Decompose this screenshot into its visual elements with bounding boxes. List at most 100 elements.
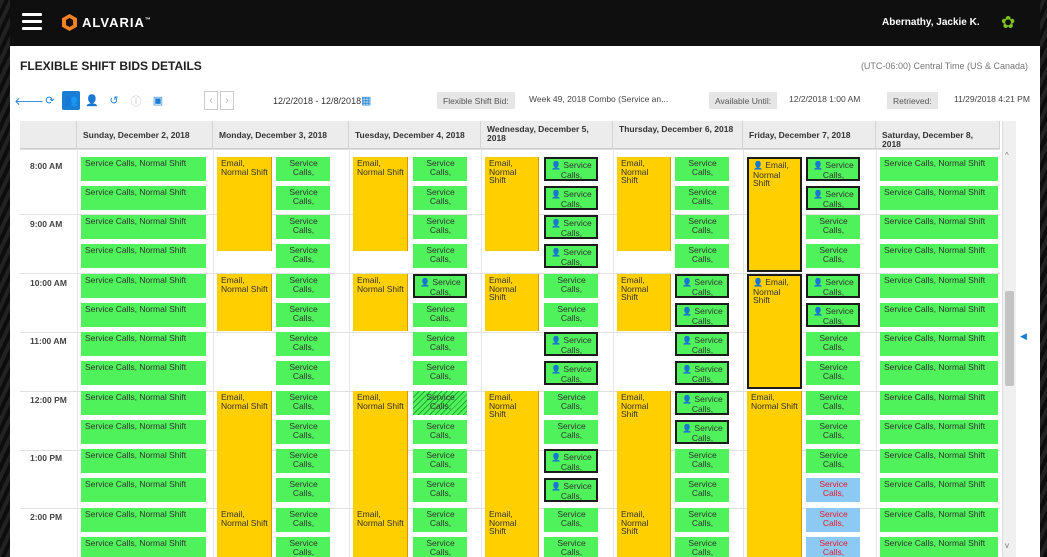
- shift-slot[interactable]: Service Calls,: [413, 391, 467, 415]
- shift-slot[interactable]: Service Calls,: [544, 537, 598, 557]
- email-shift-block[interactable]: Email, Normal Shift: [485, 274, 539, 331]
- email-shift-block[interactable]: Email, Normal Shift: [353, 391, 408, 508]
- shift-slot[interactable]: Service Calls,: [806, 361, 860, 385]
- shift-slot[interactable]: Service Calls,: [276, 186, 330, 210]
- shift-slot[interactable]: Service Calls, Normal Shift: [880, 478, 998, 502]
- shift-slot[interactable]: Service Calls,: [413, 420, 467, 444]
- shift-slot[interactable]: 👤 Service Calls,: [675, 303, 729, 327]
- shift-slot[interactable]: Service Calls,: [276, 391, 330, 415]
- shift-slot[interactable]: Service Calls, Normal Shift: [880, 537, 998, 557]
- shift-slot[interactable]: Service Calls, Normal Shift: [81, 361, 206, 385]
- shift-slot[interactable]: Service Calls,: [276, 332, 330, 356]
- shift-slot[interactable]: Service Calls, Normal Shift: [81, 391, 206, 415]
- email-shift-block[interactable]: Email, Normal Shift: [353, 274, 408, 331]
- shift-slot[interactable]: Service Calls,: [675, 157, 729, 181]
- shift-slot[interactable]: 👤 Service Calls,: [544, 186, 598, 210]
- shift-slot[interactable]: Service Calls, Normal Shift: [81, 478, 206, 502]
- shift-slot[interactable]: Service Calls, Normal Shift: [880, 508, 998, 532]
- shift-slot[interactable]: Service Calls,: [276, 478, 330, 502]
- vertical-scrollbar[interactable]: ^ v: [1002, 121, 1016, 557]
- shift-slot[interactable]: Service Calls, Normal Shift: [81, 303, 206, 327]
- shift-slot[interactable]: 👤 Service Calls,: [675, 420, 729, 444]
- shift-slot[interactable]: Service Calls, Normal Shift: [880, 186, 998, 210]
- shift-slot[interactable]: Service Calls,: [544, 303, 598, 327]
- shift-slot[interactable]: Service Calls,: [276, 537, 330, 557]
- shift-slot[interactable]: 👤 Service Calls,: [544, 449, 598, 473]
- scroll-up-icon[interactable]: ^: [1005, 151, 1009, 160]
- shift-slot[interactable]: Service Calls, Normal Shift: [880, 391, 998, 415]
- shift-slot[interactable]: Service Calls,: [675, 449, 729, 473]
- shift-slot[interactable]: 👤 Service Calls,: [806, 274, 860, 298]
- user-name[interactable]: Abernathy, Jackie K.: [882, 17, 980, 28]
- shift-slot[interactable]: Service Calls,: [806, 332, 860, 356]
- shift-slot[interactable]: Service Calls, Normal Shift: [81, 420, 206, 444]
- shift-slot[interactable]: Service Calls,: [675, 244, 729, 268]
- email-shift-block[interactable]: Email, Normal Shift: [617, 274, 671, 331]
- shift-slot[interactable]: Service Calls, Normal Shift: [81, 244, 206, 268]
- email-shift-block[interactable]: Email, Normal Shift: [747, 391, 802, 557]
- shift-slot[interactable]: Service Calls,: [675, 478, 729, 502]
- shift-slot[interactable]: 👤 Service Calls,: [544, 157, 598, 181]
- shift-slot[interactable]: 👤 Service Calls,: [675, 361, 729, 385]
- shift-slot[interactable]: 👤 Service Calls,: [544, 478, 598, 502]
- shift-slot[interactable]: Service Calls,: [413, 332, 467, 356]
- shift-slot[interactable]: 👤 Service Calls,: [806, 186, 860, 210]
- shift-slot[interactable]: Service Calls,: [675, 508, 729, 532]
- next-icon[interactable]: ›: [220, 91, 234, 110]
- email-shift-block[interactable]: Email, Normal Shift: [217, 508, 272, 557]
- back-icon[interactable]: 🡐: [14, 91, 44, 110]
- shift-slot[interactable]: Service Calls, Normal Shift: [81, 186, 206, 210]
- people-icon[interactable]: 👥: [62, 91, 80, 110]
- shift-slot[interactable]: Service Calls, Normal Shift: [81, 332, 206, 356]
- email-shift-block[interactable]: 👤 Email, Normal Shift: [747, 157, 802, 272]
- shift-slot[interactable]: Service Calls,: [413, 537, 467, 557]
- shift-slot[interactable]: 👤 Service Calls,: [675, 274, 729, 298]
- refresh-icon[interactable]: ⟳: [41, 91, 59, 110]
- shift-slot[interactable]: Service Calls,: [675, 186, 729, 210]
- shift-slot[interactable]: Service Calls,: [806, 391, 860, 415]
- shift-slot[interactable]: Service Calls,: [276, 157, 330, 181]
- shift-slot[interactable]: 👤 Service Calls,: [806, 157, 860, 181]
- undo-icon[interactable]: ↺: [105, 91, 123, 110]
- shift-slot[interactable]: Service Calls,: [276, 274, 330, 298]
- email-shift-block[interactable]: Email, Normal Shift: [353, 157, 408, 251]
- shift-slot[interactable]: 👤 Service Calls,: [544, 361, 598, 385]
- shift-slot[interactable]: Service Calls, Normal Shift: [81, 449, 206, 473]
- shift-slot[interactable]: Service Calls,: [675, 215, 729, 239]
- shift-slot[interactable]: Service Calls,: [675, 537, 729, 557]
- email-shift-block[interactable]: Email, Normal Shift: [485, 508, 539, 557]
- shift-slot[interactable]: Service Calls,: [413, 215, 467, 239]
- shift-slot[interactable]: Service Calls,: [413, 449, 467, 473]
- shift-slot[interactable]: Service Calls,: [276, 420, 330, 444]
- shift-slot[interactable]: Service Calls, Normal Shift: [81, 508, 206, 532]
- shift-slot[interactable]: Service Calls,: [806, 215, 860, 239]
- shift-slot[interactable]: Service Calls, Normal Shift: [81, 537, 206, 557]
- shift-slot[interactable]: Service Calls, Normal Shift: [880, 157, 998, 181]
- shift-slot[interactable]: 👤 Service Calls,: [675, 391, 729, 415]
- shift-slot[interactable]: Service Calls, Normal Shift: [81, 274, 206, 298]
- shift-slot[interactable]: Service Calls,: [544, 508, 598, 532]
- email-shift-block[interactable]: Email, Normal Shift: [353, 508, 408, 557]
- email-shift-block[interactable]: 👤 Email, Normal Shift: [747, 274, 802, 389]
- shift-slot[interactable]: Service Calls, Normal Shift: [880, 332, 998, 356]
- shift-slot[interactable]: Service Calls, Normal Shift: [880, 244, 998, 268]
- shift-slot[interactable]: Service Calls,: [413, 361, 467, 385]
- shift-slot[interactable]: Service Calls,: [544, 420, 598, 444]
- shift-slot[interactable]: 👤 Service Calls,: [413, 274, 467, 298]
- email-shift-block[interactable]: Email, Normal Shift: [617, 157, 671, 251]
- info-icon[interactable]: ⓘ: [127, 91, 145, 110]
- shift-slot[interactable]: Service Calls,: [806, 478, 860, 502]
- shift-slot[interactable]: Service Calls, Normal Shift: [880, 361, 998, 385]
- calendar-icon[interactable]: ▦: [361, 91, 371, 110]
- person-icon[interactable]: 👤: [83, 91, 101, 110]
- shift-slot[interactable]: Service Calls,: [806, 449, 860, 473]
- shift-slot[interactable]: Service Calls,: [413, 157, 467, 181]
- shift-slot[interactable]: Service Calls,: [806, 244, 860, 268]
- shift-slot[interactable]: Service Calls,: [413, 186, 467, 210]
- shift-slot[interactable]: Service Calls,: [544, 391, 598, 415]
- shift-slot[interactable]: Service Calls,: [544, 274, 598, 298]
- email-shift-block[interactable]: Email, Normal Shift: [617, 391, 671, 508]
- shift-slot[interactable]: Service Calls,: [276, 215, 330, 239]
- menu-icon[interactable]: [22, 13, 42, 31]
- shift-slot[interactable]: Service Calls, Normal Shift: [880, 274, 998, 298]
